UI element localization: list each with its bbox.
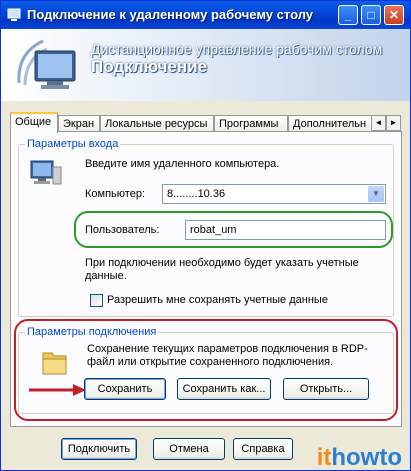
logon-note: При подключении необходимо будет указать… (85, 257, 359, 282)
computer-value: 8........10.36 (167, 188, 226, 200)
title-bar[interactable]: Подключение к удаленному рабочему столу … (1, 1, 410, 29)
connection-settings-group: Параметры подключения Сохранение текущих… (18, 326, 394, 414)
rdp-window: Подключение к удаленному рабочему столу … (0, 0, 411, 471)
banner-title: Подключение (91, 57, 208, 76)
tab-display[interactable]: Экран (58, 115, 100, 132)
banner: Дистанционное управление рабочим столом … (1, 29, 410, 101)
logon-instruction: Введите имя удаленного компьютера. (85, 158, 280, 170)
computer-icon (29, 159, 63, 192)
logon-settings-group: Параметры входа Введите имя удаленного к… (18, 138, 394, 317)
folder-icon (41, 347, 69, 380)
help-button[interactable]: Справка (233, 438, 293, 460)
save-credentials-label[interactable]: Разрешить мне сохранять учетные данные (107, 294, 328, 306)
connection-description: Сохранение текущих параметров подключени… (87, 343, 368, 368)
watermark-part1: it (316, 444, 332, 471)
computer-combobox[interactable]: 8........10.36 ▼ (162, 184, 386, 204)
red-arrow-icon (29, 383, 87, 400)
remote-desktop-icon (6, 7, 22, 23)
window-title: Подключение к удаленному рабочему столу (27, 7, 314, 22)
tab-advanced[interactable]: Дополнительн (288, 115, 372, 132)
close-button[interactable]: ✕ (384, 5, 404, 25)
chevron-down-icon[interactable]: ▼ (368, 186, 384, 202)
banner-subtitle: Дистанционное управление рабочим столом (91, 41, 383, 57)
user-input[interactable]: robat_um (185, 220, 386, 240)
user-label: Пользователь: (85, 224, 160, 236)
cancel-button[interactable]: Отмена (153, 438, 225, 460)
connect-button[interactable]: Подключить (61, 438, 137, 460)
minimize-button[interactable]: _ (338, 5, 358, 25)
remote-desktop-logo-icon (13, 33, 83, 100)
maximize-button[interactable]: □ (361, 5, 381, 25)
tab-programs[interactable]: Программы (214, 115, 288, 132)
tab-local-resources[interactable]: Локальные ресурсы (100, 115, 214, 132)
save-button[interactable]: Сохранить (84, 378, 166, 400)
general-tab-panel: Параметры входа Введите имя удаленного к… (10, 131, 402, 427)
logon-settings-legend: Параметры входа (25, 138, 121, 150)
save-as-button[interactable]: Сохранить как... (177, 378, 271, 400)
connection-settings-legend: Параметры подключения (25, 326, 159, 338)
computer-label: Компьютер: (85, 188, 145, 200)
tab-strip: Общие Экран Локальные ресурсы Программы … (10, 112, 401, 133)
ithowto-watermark: ithowto (317, 446, 402, 470)
tab-scroll-right-icon[interactable]: ► (386, 115, 401, 131)
tab-scroll: ◄ ► (371, 115, 401, 131)
tab-scroll-left-icon[interactable]: ◄ (371, 115, 386, 131)
save-credentials-checkbox[interactable] (90, 294, 103, 307)
watermark-part2: howto (331, 444, 402, 471)
tab-general[interactable]: Общие (10, 112, 58, 133)
open-button[interactable]: Открыть... (283, 378, 369, 400)
